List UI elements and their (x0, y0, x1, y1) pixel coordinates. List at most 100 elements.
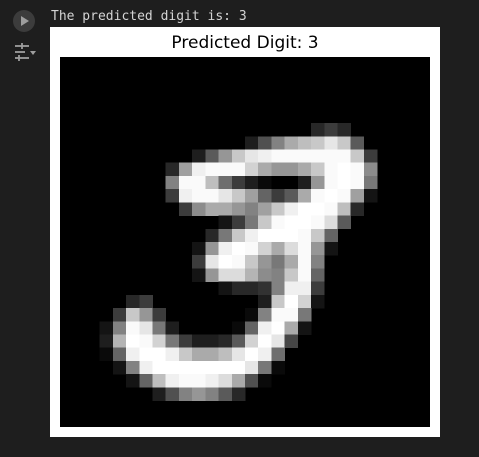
image-pixel (245, 215, 259, 230)
image-pixel (337, 162, 351, 177)
image-pixel (205, 228, 219, 243)
image-pixel (311, 202, 325, 216)
image-pixel (245, 334, 259, 348)
image-pixel (284, 321, 299, 335)
cell-output: The predicted digit is: 3 Predicted Digi… (48, 0, 479, 457)
image-pixel (231, 268, 246, 282)
image-pixel (297, 162, 312, 177)
image-pixel (165, 387, 180, 401)
image-pixel (218, 255, 233, 269)
figure-title: Predicted Digit: 3 (171, 33, 319, 53)
image-pixel (218, 360, 233, 375)
image-pixel (218, 334, 233, 348)
image-pixel (231, 149, 246, 163)
image-pixel (311, 215, 325, 230)
image-pixel (245, 175, 259, 190)
image-pixel (284, 334, 299, 348)
image-pixel (324, 189, 338, 203)
image-pixel (271, 294, 285, 309)
image-pixel (165, 321, 180, 335)
image-pixel (205, 334, 219, 348)
image-pixel (350, 175, 365, 190)
image-pixel (311, 175, 325, 190)
image-pixel (245, 308, 259, 322)
image-pixel (297, 255, 312, 269)
image-pixel (245, 202, 259, 216)
image-pixel (297, 308, 312, 322)
image-pixel (297, 242, 312, 256)
image-pixel (245, 162, 259, 177)
image-pixel (363, 162, 378, 177)
image-pixel (218, 189, 233, 203)
image-pixel (139, 347, 153, 362)
image-pixel (178, 189, 193, 203)
image-pixel (231, 374, 246, 388)
image-pixel (337, 149, 351, 163)
image-pixel (324, 162, 338, 177)
stdout-text: The predicted digit is: 3 (51, 9, 247, 24)
image-pixel (311, 242, 325, 256)
image-pixel (311, 123, 325, 137)
image-pixel (112, 334, 127, 348)
image-pixel (99, 321, 114, 335)
image-pixel (205, 255, 219, 269)
image-pixel (297, 228, 312, 243)
image-pixel (271, 242, 285, 256)
image-pixel (324, 242, 338, 256)
image-pixel (271, 228, 285, 243)
image-pixel (231, 162, 246, 177)
image-pixel (152, 360, 166, 375)
image-pixel (337, 175, 351, 190)
image-pixel (126, 294, 140, 309)
image-pixel (112, 347, 127, 362)
image-pixel (284, 242, 299, 256)
image-pixel (139, 294, 153, 309)
image-pixel (284, 294, 299, 309)
output-settings-button[interactable] (13, 42, 37, 62)
image-pixel (297, 281, 312, 296)
image-pixel (245, 228, 259, 243)
image-pixel (205, 374, 219, 388)
image-pixel (258, 215, 272, 230)
run-cell-button[interactable] (13, 10, 35, 32)
image-pixel (311, 162, 325, 177)
image-pixel (271, 255, 285, 269)
image-pixel (284, 136, 299, 150)
image-pixel (152, 347, 166, 362)
image-pixel (218, 242, 233, 256)
image-pixel (284, 281, 299, 296)
image-pixel (139, 321, 153, 335)
image-pixel (112, 321, 127, 335)
image-pixel (271, 215, 285, 230)
image-pixel (337, 189, 351, 203)
image-pixel (178, 175, 193, 190)
image-pixel (297, 189, 312, 203)
image-pixel (245, 189, 259, 203)
image-pixel (192, 162, 206, 177)
image-pixel (139, 374, 153, 388)
image-pixel (218, 162, 233, 177)
image-pixel (165, 334, 180, 348)
image-pixel (192, 189, 206, 203)
image-pixel (231, 242, 246, 256)
image-pixel (311, 294, 325, 309)
image-pixel (152, 334, 166, 348)
image-pixel (258, 321, 272, 335)
image-pixel (245, 242, 259, 256)
image-pixel (311, 228, 325, 243)
image-pixel (99, 334, 114, 348)
image-pixel (165, 347, 180, 362)
image-pixel (363, 175, 378, 190)
image-pixel (297, 321, 312, 335)
image-pixel (165, 360, 180, 375)
image-pixel (205, 347, 219, 362)
image-pixel (258, 255, 272, 269)
image-pixel (324, 136, 338, 150)
image-pixel (337, 136, 351, 150)
image-pixel (218, 347, 233, 362)
image-pixel (192, 374, 206, 388)
image-pixel (205, 149, 219, 163)
image-pixel (258, 175, 272, 190)
image-pixel (324, 149, 338, 163)
image-pixel (218, 281, 233, 296)
